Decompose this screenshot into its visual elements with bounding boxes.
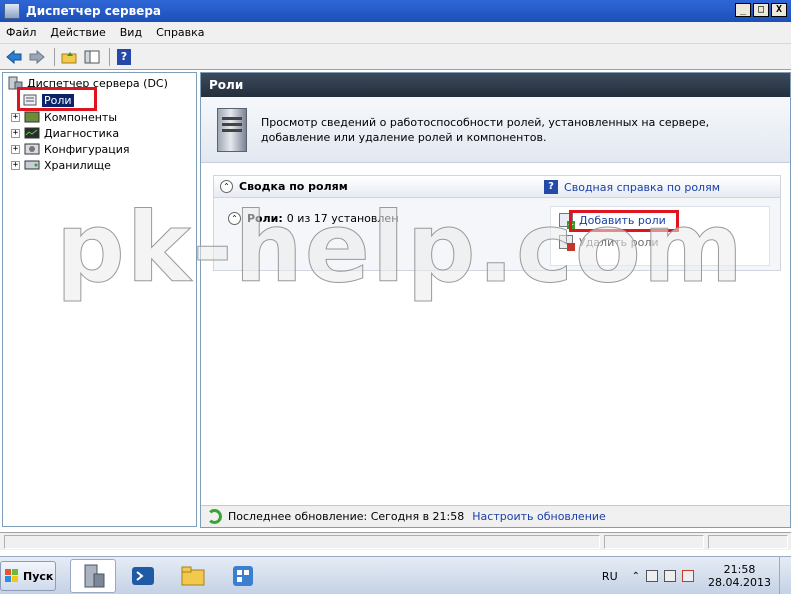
help-icon: ?	[544, 180, 559, 194]
toolbar: ?	[0, 44, 791, 70]
storage-icon	[24, 160, 40, 170]
up-folder-icon[interactable]	[59, 47, 79, 67]
expand-icon[interactable]: +	[11, 160, 20, 170]
forward-arrow-icon[interactable]	[27, 47, 47, 67]
tree-item-configuration[interactable]: + Конфигурация	[11, 141, 130, 157]
roles-summary-panel: ⌃ Сводка по ролям ? Сводная справка по р…	[213, 175, 781, 271]
windows-logo-icon	[5, 569, 19, 583]
intro-text: Просмотр сведений о работоспособности ро…	[261, 115, 710, 144]
features-icon	[24, 111, 40, 123]
system-tray: RU ⌃ 21:58 28.04.2013	[602, 557, 791, 594]
server-icon	[217, 107, 247, 152]
help-icon[interactable]: ?	[114, 47, 134, 67]
last-refresh-text: Последнее обновление: Сегодня в 21:58	[228, 510, 465, 523]
details-pane: Роли Просмотр сведений о работоспособнос…	[200, 72, 791, 528]
refresh-status-bar: Последнее обновление: Сегодня в 21:58 На…	[201, 505, 790, 527]
start-label: Пуск	[23, 569, 54, 583]
network-tray-icon[interactable]	[664, 570, 677, 582]
tree-item-label: Хранилище	[44, 158, 111, 172]
server-manager-taskbar-icon	[84, 564, 105, 588]
taskbar-powershell[interactable]	[120, 559, 166, 593]
folder-icon	[181, 566, 205, 586]
status-segment	[708, 535, 788, 549]
back-arrow-icon[interactable]	[4, 47, 24, 67]
configure-refresh-link[interactable]: Настроить обновление	[472, 510, 606, 523]
title-bar: Диспетчер сервера _ □ X	[0, 0, 791, 22]
tree-item-diagnostics[interactable]: + Диагностика	[11, 125, 119, 141]
tree-item-features[interactable]: + Компоненты	[11, 109, 117, 125]
show-desktop-button[interactable]	[779, 557, 791, 594]
diagnostics-icon	[24, 127, 40, 139]
roles-summary-header: ⌃ Сводка по ролям ? Сводная справка по р…	[214, 176, 780, 198]
maximize-button[interactable]: □	[753, 3, 769, 17]
tree-item-label: Конфигурация	[44, 142, 130, 156]
clock-time: 21:58	[723, 563, 756, 576]
server-manager-app-icon	[4, 3, 20, 19]
menu-help[interactable]: Справка	[156, 26, 204, 39]
collapse-icon[interactable]: ⌃	[228, 212, 241, 225]
volume-muted-icon[interactable]	[682, 570, 695, 582]
menu-view[interactable]: Вид	[120, 26, 142, 39]
help-glyph: ?	[117, 48, 131, 65]
tree-item-label: Диагностика	[44, 126, 120, 140]
start-button[interactable]: Пуск	[0, 561, 56, 591]
refresh-icon[interactable]	[207, 509, 222, 524]
show-tree-icon[interactable]	[82, 47, 102, 67]
toolbar-separator	[54, 47, 55, 66]
clock-date: 28.04.2013	[708, 576, 771, 589]
menu-bar: Файл Действие Вид Справка	[0, 22, 791, 44]
menu-file[interactable]: Файл	[6, 26, 36, 39]
status-segment	[604, 535, 704, 549]
status-segment	[4, 535, 600, 549]
configuration-icon	[24, 143, 40, 155]
minimize-button[interactable]: _	[735, 3, 751, 17]
roles-summary-title: Сводка по ролям	[239, 180, 348, 193]
roles-label: Роли:	[247, 212, 283, 225]
window-controls: _ □ X	[735, 3, 787, 17]
console-tree: Диспетчер сервера (DC) Роли + Компоненты…	[2, 72, 197, 527]
action-center-icon[interactable]	[646, 570, 659, 582]
remove-roles-link[interactable]: Удалить роли	[559, 235, 659, 251]
highlight-box-add-roles	[569, 210, 679, 232]
roles-count: 0 из 17 установлен	[286, 212, 399, 225]
toolbar-separator	[109, 47, 110, 66]
powershell-icon	[132, 567, 154, 585]
tree-item-label: Компоненты	[44, 110, 118, 124]
expand-icon[interactable]: +	[11, 128, 20, 138]
language-indicator[interactable]: RU	[602, 570, 618, 583]
details-header: Роли	[201, 73, 790, 97]
status-bar	[0, 532, 791, 550]
remove-roles-icon	[559, 235, 575, 251]
collapse-icon[interactable]: ⌃	[220, 180, 233, 193]
clock[interactable]: 21:58 28.04.2013	[708, 563, 771, 589]
menu-action[interactable]: Действие	[50, 26, 105, 39]
taskbar-server-manager[interactable]	[70, 559, 116, 593]
help-link-label: Сводная справка по ролям	[564, 180, 720, 194]
taskbar-explorer[interactable]	[170, 559, 216, 593]
roles-status-row: ⌃ Роли: 0 из 17 установлен	[228, 212, 398, 225]
taskbar: Пуск RU ⌃ 21:58 28.04.2013	[0, 556, 791, 594]
window-title: Диспетчер сервера	[26, 4, 161, 18]
roles-actions: + Добавить роли Удалить роли	[550, 206, 770, 266]
remove-roles-label: Удалить роли	[579, 235, 659, 249]
close-button[interactable]: X	[771, 3, 787, 17]
expand-icon[interactable]: +	[11, 144, 20, 154]
roles-summary-help-link[interactable]: ? Сводная справка по ролям	[544, 180, 720, 194]
taskbar-network[interactable]	[220, 559, 266, 593]
highlight-box-roles	[17, 87, 97, 111]
expand-icon[interactable]: +	[11, 112, 20, 122]
show-hidden-icons-icon[interactable]: ⌃	[632, 571, 640, 582]
tree-item-storage[interactable]: + Хранилище	[11, 157, 111, 173]
network-icon	[233, 566, 253, 586]
intro-banner: Просмотр сведений о работоспособности ро…	[201, 97, 790, 163]
